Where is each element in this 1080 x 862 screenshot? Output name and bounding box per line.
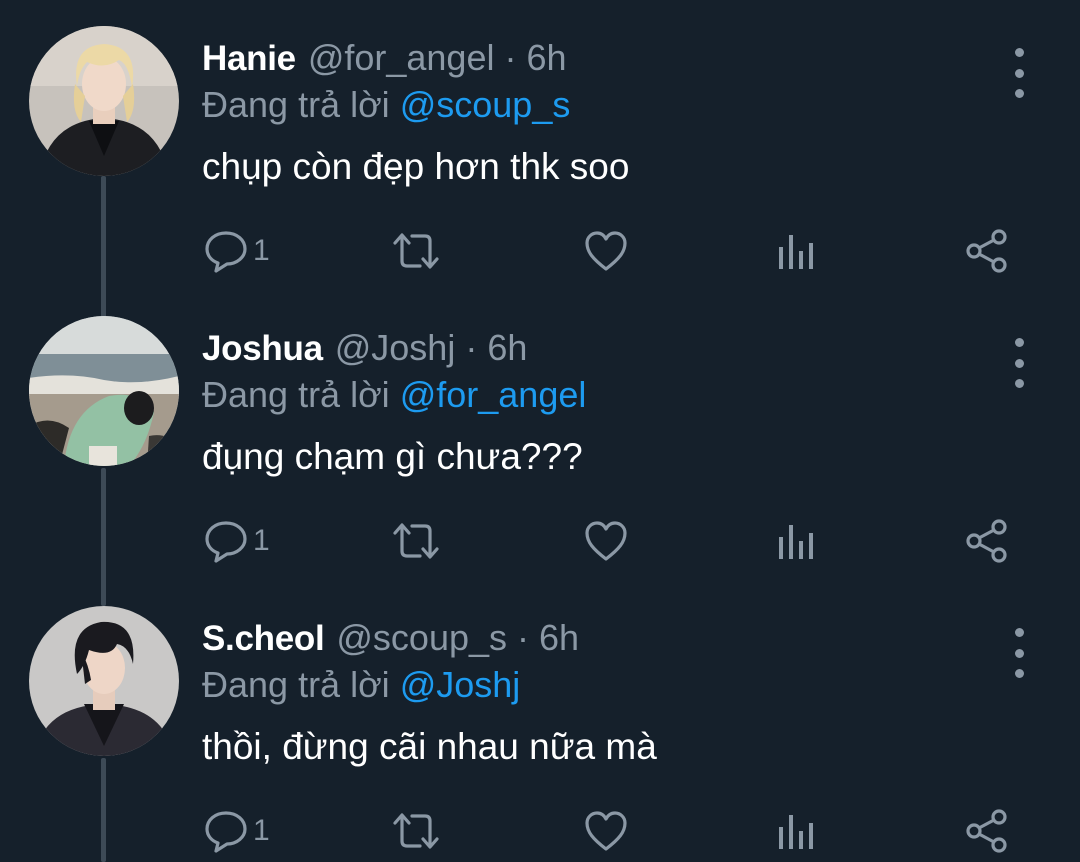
reply-icon: [205, 231, 247, 273]
avatar[interactable]: [29, 316, 179, 466]
retweet-button[interactable]: [390, 516, 442, 566]
tweet-text: thồi, đừng cãi nhau nữa mà: [202, 726, 657, 767]
retweet-icon: [393, 233, 439, 269]
display-name[interactable]: Hanie: [202, 39, 296, 79]
reply-icon: [205, 521, 247, 563]
avatar-dark-hair-person-icon: [29, 606, 179, 756]
tweet[interactable]: Joshua @Joshj · 6h Đang trả lời @for_ang…: [0, 316, 1080, 606]
reply-count: 1: [253, 814, 270, 847]
timestamp[interactable]: 6h: [539, 617, 579, 659]
views-button[interactable]: [776, 806, 816, 856]
display-name[interactable]: S.cheol: [202, 619, 325, 659]
display-name[interactable]: Joshua: [202, 329, 323, 369]
retweet-button[interactable]: [390, 806, 442, 856]
views-icon: [779, 235, 813, 269]
reply-icon: [205, 811, 247, 853]
like-button[interactable]: [583, 516, 629, 566]
retweet-icon: [393, 523, 439, 559]
more-options-icon[interactable]: [1004, 48, 1034, 98]
tweet[interactable]: Hanie @for_angel · 6h Đang trả lời @scou…: [0, 26, 1080, 316]
replying-to-label: Đang trả lời: [202, 664, 390, 705]
share-icon: [966, 519, 1007, 563]
reply-count: 1: [253, 234, 270, 267]
replying-to-label: Đang trả lời: [202, 84, 390, 125]
tweet-text: chụp còn đẹp hơn thk soo: [202, 146, 630, 187]
replying-to: Đang trả lời @for_angel: [202, 374, 586, 416]
timestamp[interactable]: 6h: [487, 327, 527, 369]
timestamp[interactable]: 6h: [526, 37, 566, 79]
like-icon: [585, 521, 627, 561]
reply-button[interactable]: 1: [203, 226, 270, 276]
tweet-actions: 1: [0, 226, 1080, 276]
replying-to-handle[interactable]: @Joshj: [400, 664, 521, 705]
reply-count: 1: [253, 524, 270, 557]
more-options-icon[interactable]: [1004, 338, 1034, 388]
views-icon: [779, 525, 813, 559]
tweet-text: đụng chạm gì chưa???: [202, 436, 583, 477]
like-icon: [585, 811, 627, 851]
share-button[interactable]: [964, 516, 1010, 566]
replying-to-handle[interactable]: @scoup_s: [400, 84, 571, 125]
like-icon: [585, 231, 627, 271]
replying-to-label: Đang trả lời: [202, 374, 390, 415]
avatar-beach-person-icon: [29, 316, 179, 466]
share-button[interactable]: [964, 806, 1010, 856]
tweet-header: Hanie @for_angel · 6h: [202, 37, 567, 87]
avatar-blonde-person-icon: [29, 26, 179, 176]
replying-to: Đang trả lời @scoup_s: [202, 84, 570, 126]
reply-thread: Hanie @for_angel · 6h Đang trả lời @scou…: [0, 0, 1080, 862]
reply-button[interactable]: 1: [203, 516, 270, 566]
separator-dot: ·: [465, 327, 478, 368]
share-button[interactable]: [964, 226, 1010, 276]
separator-dot: ·: [504, 37, 517, 78]
user-handle[interactable]: @scoup_s: [336, 617, 507, 659]
like-button[interactable]: [583, 226, 629, 276]
retweet-button[interactable]: [390, 226, 442, 276]
user-handle[interactable]: @for_angel: [308, 37, 495, 79]
reply-button[interactable]: 1: [203, 806, 270, 856]
separator-dot: ·: [517, 617, 530, 658]
views-icon: [779, 815, 813, 849]
replying-to-handle[interactable]: @for_angel: [400, 374, 587, 415]
like-button[interactable]: [583, 806, 629, 856]
more-options-icon[interactable]: [1004, 628, 1034, 678]
share-icon: [966, 809, 1007, 853]
tweet-actions: 1: [0, 806, 1080, 856]
views-button[interactable]: [776, 516, 816, 566]
avatar[interactable]: [29, 606, 179, 756]
avatar[interactable]: [29, 26, 179, 176]
tweet-actions: 1: [0, 516, 1080, 566]
views-button[interactable]: [776, 226, 816, 276]
tweet-header: S.cheol @scoup_s · 6h: [202, 617, 579, 667]
tweet[interactable]: S.cheol @scoup_s · 6h Đang trả lời @Josh…: [0, 606, 1080, 862]
share-icon: [966, 229, 1007, 273]
tweet-header: Joshua @Joshj · 6h: [202, 327, 527, 377]
user-handle[interactable]: @Joshj: [335, 327, 456, 369]
retweet-icon: [393, 813, 439, 849]
replying-to: Đang trả lời @Joshj: [202, 664, 520, 706]
